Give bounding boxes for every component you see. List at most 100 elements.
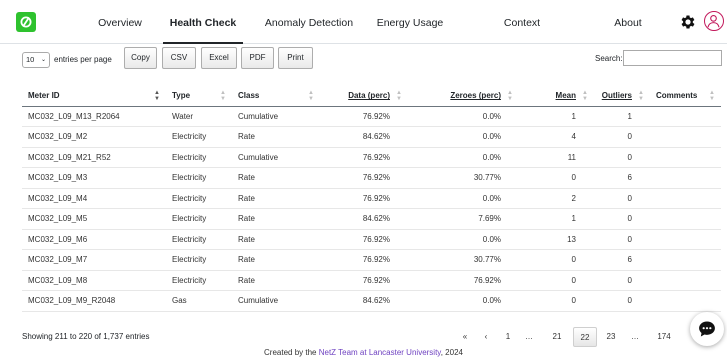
cell-comments xyxy=(650,167,721,189)
table-info: Showing 211 to 220 of 1,737 entries xyxy=(22,332,150,341)
column-header-zeroes-perc[interactable]: Zeroes (perc) ▲ ▼ xyxy=(408,86,519,107)
cell-type: Electricity xyxy=(166,270,232,291)
tab-about[interactable]: About xyxy=(603,0,653,44)
cell-comments xyxy=(650,147,721,168)
table-row[interactable]: MC032_L09_M7 Electricity Rate 76.92% 30.77% 0… xyxy=(22,249,721,271)
chat-bubble-icon xyxy=(699,321,715,337)
cell-meter-id: MC032_L09_M8 xyxy=(22,270,166,291)
cell-class: Cumulative xyxy=(232,106,320,127)
sort-icon: ▲ ▼ xyxy=(638,90,644,102)
cell-zeroes-perc: 0.0% xyxy=(408,229,519,250)
cell-zeroes-perc: 0.0% xyxy=(408,290,519,312)
cell-mean: 0 xyxy=(519,270,594,291)
table-row[interactable]: MC032_L09_M8 Electricity Rate 76.92% 76.92% 0… xyxy=(22,270,721,291)
table-row[interactable]: MC032_L09_M21_R52 Electricity Cumulative 76… xyxy=(22,147,721,168)
cell-zeroes-perc: 7.69% xyxy=(408,208,519,230)
cell-zeroes-perc: 0.0% xyxy=(408,126,519,148)
cell-data-perc: 76.92% xyxy=(320,270,408,291)
column-header-outliers[interactable]: Outliers ▲ ▼ xyxy=(594,86,650,107)
search-label: Search: xyxy=(595,54,623,63)
tab-overview[interactable]: Overview xyxy=(82,0,158,44)
cell-type: Electricity xyxy=(166,249,232,271)
tab-energy-usage[interactable]: Energy Usage xyxy=(370,0,450,44)
search-input[interactable] xyxy=(623,50,722,66)
app-logo[interactable] xyxy=(16,12,36,32)
cell-meter-id: MC032_L09_M2 xyxy=(22,126,166,148)
column-header-class[interactable]: Class ▲ ▼ xyxy=(232,86,320,107)
column-header-data-perc[interactable]: Data (perc) ▲ ▼ xyxy=(320,86,408,107)
column-header-mean[interactable]: Mean ▲ ▼ xyxy=(519,86,594,107)
cell-meter-id: MC032_L09_M6 xyxy=(22,229,166,250)
sort-icon: ▲ ▼ xyxy=(220,90,226,102)
copy-button[interactable]: Copy xyxy=(124,47,157,69)
tab-anomaly-detection[interactable]: Anomaly Detection xyxy=(258,0,360,44)
cell-mean: 1 xyxy=(519,208,594,230)
table-row[interactable]: MC032_L09_M2 Electricity Rate 84.62% 0.0% 4 0 xyxy=(22,126,721,148)
cell-type: Gas xyxy=(166,290,232,312)
cell-type: Electricity xyxy=(166,229,232,250)
cell-meter-id: MC032_L09_M5 xyxy=(22,208,166,230)
sort-icon: ▲ ▼ xyxy=(507,90,513,102)
column-header-type[interactable]: Type ▲ ▼ xyxy=(166,86,232,107)
cell-type: Electricity xyxy=(166,167,232,189)
tab-health-check[interactable]: Health Check xyxy=(163,0,243,44)
page-button[interactable]: 23 xyxy=(600,327,622,347)
gear-icon[interactable] xyxy=(679,13,697,31)
cell-comments xyxy=(650,126,721,148)
cell-data-perc: 76.92% xyxy=(320,249,408,271)
print-button[interactable]: Print xyxy=(278,47,313,69)
previous-page-button[interactable]: ‹ xyxy=(480,327,492,347)
table-row[interactable]: MC032_L09_M3 Electricity Rate 76.92% 30.77% 0… xyxy=(22,167,721,189)
csv-button[interactable]: CSV xyxy=(162,47,196,69)
cell-data-perc: 76.92% xyxy=(320,229,408,250)
cell-class: Cumulative xyxy=(232,290,320,312)
cell-data-perc: 76.92% xyxy=(320,167,408,189)
page-length-value: 10 xyxy=(26,55,35,64)
cell-meter-id: MC032_L09_M9_R2048 xyxy=(22,290,166,312)
table-row[interactable]: MC032_L09_M9_R2048 Gas Cumulative 84.62% 0.0… xyxy=(22,290,721,312)
cell-outliers: 6 xyxy=(594,167,650,189)
cell-type: Electricity xyxy=(166,208,232,230)
table-row[interactable]: MC032_L09_M5 Electricity Rate 84.62% 7.69% 1 0 xyxy=(22,208,721,230)
table-row[interactable]: MC032_L09_M6 Electricity Rate 76.92% 0.0% 13 0 xyxy=(22,229,721,250)
column-header-comments[interactable]: Comments ▲ ▼ xyxy=(650,86,721,107)
cell-data-perc: 76.92% xyxy=(320,106,408,127)
excel-button[interactable]: Excel xyxy=(201,47,237,69)
cell-meter-id: MC032_L09_M3 xyxy=(22,167,166,189)
cell-mean: 13 xyxy=(519,229,594,250)
page-length-label: entries per page xyxy=(54,55,112,64)
first-page-button[interactable]: « xyxy=(458,327,472,347)
cell-class: Rate xyxy=(232,249,320,271)
sort-icon: ▲ ▼ xyxy=(308,90,314,102)
cell-class: Rate xyxy=(232,208,320,230)
cell-zeroes-perc: 30.77% xyxy=(408,249,519,271)
cell-zeroes-perc: 0.0% xyxy=(408,188,519,209)
cell-type: Electricity xyxy=(166,126,232,148)
page-button[interactable]: 1 xyxy=(499,327,517,347)
cell-class: Rate xyxy=(232,270,320,291)
page-button[interactable]: 174 xyxy=(651,327,677,347)
column-header-meter-id[interactable]: Meter ID ▲ ▼ xyxy=(22,86,166,107)
tab-context[interactable]: Context xyxy=(492,0,552,44)
page-length-select[interactable]: 10 ⌄ xyxy=(22,52,50,68)
cell-outliers: 0 xyxy=(594,126,650,148)
page-button[interactable]: 21 xyxy=(546,327,568,347)
cell-data-perc: 84.62% xyxy=(320,208,408,230)
current-page-button[interactable]: 22 xyxy=(573,327,597,347)
page-ellipsis: … xyxy=(631,332,639,341)
cell-comments xyxy=(650,229,721,250)
cell-comments xyxy=(650,188,721,209)
cell-class: Rate xyxy=(232,126,320,148)
pdf-button[interactable]: PDF xyxy=(241,47,274,69)
cell-zeroes-perc: 0.0% xyxy=(408,147,519,168)
cell-outliers: 1 xyxy=(594,106,650,127)
table-row[interactable]: MC032_L09_M13_R2064 Water Cumulative 76.92%… xyxy=(22,106,721,127)
cell-zeroes-perc: 30.77% xyxy=(408,167,519,189)
table-row[interactable]: MC032_L09_M4 Electricity Rate 76.92% 0.0% 2 0 xyxy=(22,188,721,209)
cell-type: Water xyxy=(166,106,232,127)
user-avatar[interactable] xyxy=(704,11,724,31)
chat-button[interactable] xyxy=(690,312,724,346)
sort-icon: ▲ ▼ xyxy=(709,90,715,102)
cell-meter-id: MC032_L09_M13_R2064 xyxy=(22,106,166,127)
cell-data-perc: 76.92% xyxy=(320,147,408,168)
